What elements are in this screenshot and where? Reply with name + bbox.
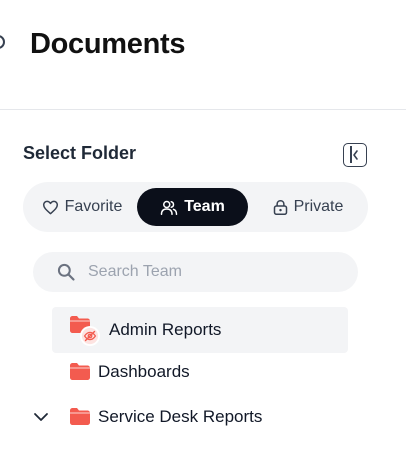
heart-icon: [42, 200, 58, 214]
users-icon: [160, 200, 178, 215]
tab-private-label: Private: [293, 198, 344, 215]
folder-label: Admin Reports: [109, 320, 222, 339]
back-icon[interactable]: [0, 35, 5, 49]
documents-page: Documents Select Folder Favorite Team Pr…: [0, 0, 406, 462]
tab-team[interactable]: Team: [137, 188, 248, 226]
folder-label: Service Desk Reports: [98, 407, 263, 426]
folder-icon: [70, 363, 90, 380]
chevron-down-icon[interactable]: [33, 411, 49, 423]
tab-favorite-label: Favorite: [64, 198, 123, 215]
folder-item-service-desk-reports[interactable]: Service Desk Reports: [30, 400, 348, 434]
tab-favorite[interactable]: Favorite: [29, 188, 135, 226]
search-input[interactable]: [88, 252, 338, 292]
chevron-left-icon: [353, 150, 358, 160]
collapse-panel-button[interactable]: [343, 143, 367, 167]
folder-icon: [70, 408, 90, 425]
lock-icon: [273, 199, 287, 215]
folder-scope-tabs: Favorite Team Private: [23, 182, 368, 232]
select-folder-title: Select Folder: [23, 143, 137, 163]
tab-private[interactable]: Private: [254, 188, 362, 226]
search-icon: [57, 263, 75, 281]
header-divider: [0, 109, 406, 110]
page-title: Documents: [30, 28, 186, 60]
folder-label: Dashboards: [98, 362, 190, 381]
search-box: [33, 252, 358, 292]
tab-team-label: Team: [184, 198, 225, 215]
hidden-eye-icon: [80, 326, 100, 346]
folder-item-dashboards[interactable]: Dashboards: [52, 356, 348, 388]
folder-item-admin-reports[interactable]: Admin Reports: [52, 307, 348, 353]
